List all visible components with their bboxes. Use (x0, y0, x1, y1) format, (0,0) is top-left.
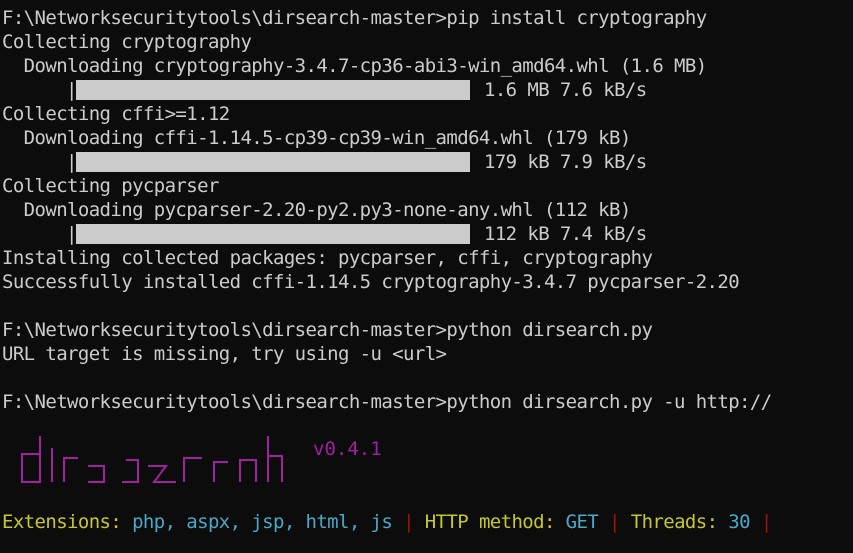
progress-pipe: | (66, 151, 77, 173)
progress-text: 1.6 MB 7.6 kB/s (484, 79, 647, 101)
terminal-window[interactable]: F:\Networksecuritytools\dirsearch-master… (0, 0, 853, 553)
output-line: Collecting pycparser (2, 175, 219, 197)
progress-text: 112 kB 7.4 kB/s (484, 223, 647, 245)
output-line: URL target is missing, try using -u <url… (2, 343, 447, 365)
version-label: v0.4.1 (313, 438, 382, 460)
prompt-line: F:\Networksecuritytools\dirsearch-master… (2, 319, 653, 341)
separator: | (760, 511, 772, 533)
output-line: Collecting cryptography (2, 31, 252, 53)
progress-text: 179 kB 7.9 kB/s (484, 151, 647, 173)
progress-pipe: | (66, 223, 77, 245)
progress-row: | 179 kB 7.9 kB/s (66, 150, 647, 174)
threads-value: 30 (728, 511, 750, 533)
progress-row: | 1.6 MB 7.6 kB/s (66, 78, 647, 102)
method-label: HTTP method: (424, 511, 556, 533)
prompt-line: F:\Networksecuritytools\dirsearch-master… (2, 391, 772, 413)
dirsearch-logo (21, 436, 283, 483)
extensions-value: php, aspx, jsp, html, js (132, 511, 393, 533)
output-line: Downloading cryptography-3.4.7-cp36-abi3… (2, 55, 707, 77)
threads-label: Threads: (630, 511, 718, 533)
progress-bar (76, 152, 470, 172)
progress-bar (76, 80, 470, 100)
extensions-label: Extensions: (2, 511, 122, 533)
progress-pipe: | (66, 79, 77, 101)
separator: | (609, 511, 620, 533)
output-line: Downloading pycparser-2.20-py2.py3-none-… (2, 199, 632, 221)
progress-row: | 112 kB 7.4 kB/s (66, 222, 647, 246)
method-value: GET (565, 511, 599, 533)
output-line: Collecting cffi>=1.12 (2, 103, 230, 125)
progress-bar (76, 224, 470, 244)
separator: | (403, 511, 414, 533)
status-line: Extensions: php, aspx, jsp, html, js | H… (2, 510, 772, 534)
prompt-line: F:\Networksecuritytools\dirsearch-master… (2, 7, 707, 29)
output-line: Downloading cffi-1.14.5-cp39-cp39-win_am… (2, 127, 632, 149)
output-line: Successfully installed cffi-1.14.5 crypt… (2, 271, 740, 293)
output-line: Installing collected packages: pycparser… (2, 247, 653, 269)
